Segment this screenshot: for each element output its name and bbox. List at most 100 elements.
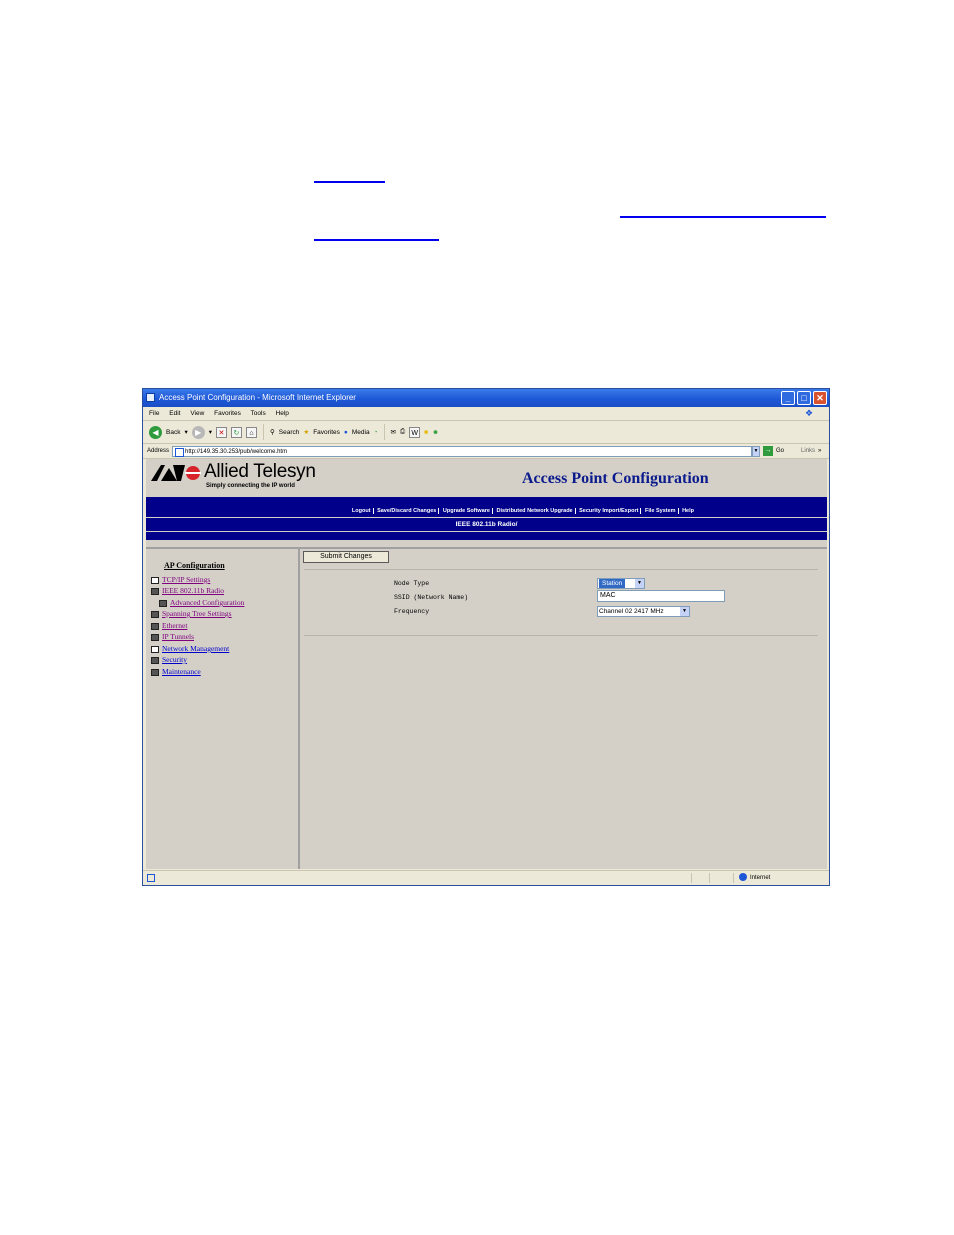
history-icon[interactable]: ◔ [374, 429, 378, 436]
node-type-select[interactable]: Station ▼ [597, 578, 645, 589]
sidebar-heading: AP Configuration [164, 561, 225, 570]
maximize-button[interactable]: □ [797, 391, 811, 405]
toolbar-separator [262, 424, 264, 440]
node-type-value: Station [599, 579, 626, 588]
browser-window: Access Point Configuration - Microsoft I… [142, 388, 830, 886]
sidebar-item-radio[interactable]: IEEE 802.11b Radio [151, 585, 224, 596]
print-icon[interactable]: ⎙ [400, 428, 405, 436]
sidebar-item-label[interactable]: IEEE 802.11b Radio [162, 586, 224, 595]
edit-icon[interactable]: W [409, 426, 421, 438]
top-nav: Logout Save/Discard Changes Upgrade Soft… [146, 506, 827, 517]
page-status-icon [147, 874, 155, 882]
title-bar: Access Point Configuration - Microsoft I… [143, 389, 829, 407]
favorites-star-icon[interactable]: ★ [303, 428, 309, 436]
discuss-icon[interactable]: ■ [424, 429, 428, 436]
address-label: Address [147, 448, 170, 454]
sidebar-item-label[interactable]: Ethernet [162, 621, 187, 630]
forward-arrow-icon[interactable]: ▶ [191, 425, 205, 439]
address-input[interactable]: http://149.35.30.253/pub/welcome.htm [172, 445, 753, 457]
sidebar-item-label[interactable]: Security [162, 655, 187, 664]
toolbar-separator [383, 424, 385, 440]
sidebar-item-label[interactable]: Network Management [162, 644, 229, 653]
ssid-input[interactable]: MAC [597, 590, 725, 602]
sidebar-item-ip-tunnels[interactable]: IP Tunnels [151, 631, 194, 642]
sidebar-item-tcpip[interactable]: TCP/IP Settings [151, 574, 210, 585]
sidebar-item-label[interactable]: Advanced Configuration [170, 598, 244, 607]
back-dropdown-icon[interactable]: ▾ [184, 428, 187, 436]
document-link-2[interactable] [620, 216, 826, 218]
messenger-icon[interactable]: ☻ [432, 429, 439, 436]
header-band-bottom [146, 532, 827, 540]
menu-edit[interactable]: Edit [169, 410, 180, 417]
menu-view[interactable]: View [190, 410, 204, 417]
nav-logout[interactable]: Logout [349, 508, 374, 514]
media-icon[interactable]: ● [344, 429, 348, 436]
sidebar-item-advanced-configuration[interactable]: Advanced Configuration [159, 597, 244, 608]
status-separator [733, 873, 734, 883]
nav-save-discard[interactable]: Save/Discard Changes [375, 508, 440, 514]
sidebar-item-label[interactable]: Maintenance [162, 667, 201, 676]
frequency-label: Frequency [394, 608, 430, 615]
form-divider-bottom [304, 635, 818, 636]
back-arrow-icon[interactable]: ◀ [149, 425, 162, 439]
sidebar-item-label[interactable]: IP Tunnels [162, 632, 194, 641]
nav-security-import-export[interactable]: Security Import/Export [577, 508, 642, 514]
forward-dropdown-icon[interactable]: ▾ [209, 428, 212, 436]
nav-file-system[interactable]: File System [642, 508, 679, 514]
sidebar-item-ethernet[interactable]: Ethernet [151, 620, 187, 631]
page-icon [151, 645, 159, 653]
favorites-button-label[interactable]: Favorites [313, 429, 340, 436]
sidebar-item-security[interactable]: Security [151, 654, 187, 665]
home-icon[interactable]: ⌂ [245, 426, 257, 438]
sidebar-item-label[interactable]: Spanning Tree Settings [162, 609, 232, 618]
sidebar-item-maintenance[interactable]: Maintenance [151, 666, 201, 677]
go-arrow-icon[interactable]: → [763, 446, 774, 456]
folder-icon [159, 599, 167, 607]
status-bar: Internet [143, 870, 829, 885]
ie-page-icon [146, 393, 155, 402]
header-band-top [146, 497, 827, 506]
stop-icon[interactable]: ✕ [215, 426, 227, 438]
folder-icon [151, 668, 159, 676]
document-link-1[interactable] [314, 181, 385, 183]
nav-distributed-network-upgrade[interactable]: Distributed Network Upgrade [494, 508, 576, 514]
links-label[interactable]: Links [801, 448, 815, 454]
globe-icon [739, 873, 747, 882]
folder-icon [151, 622, 159, 630]
menu-help[interactable]: Help [276, 410, 289, 417]
chevron-down-icon[interactable]: ▼ [635, 579, 644, 588]
search-icon[interactable]: ⚲ [270, 428, 275, 436]
address-dropdown-icon[interactable]: ▼ [752, 445, 761, 457]
media-button-label[interactable]: Media [352, 429, 370, 436]
sidebar-item-network-management[interactable]: Network Management [151, 643, 229, 654]
folder-icon [151, 633, 159, 641]
form-divider-top [304, 569, 818, 570]
nav-help[interactable]: Help [680, 508, 827, 514]
frequency-value: Channel 02 2417 MHz [599, 608, 664, 615]
menu-file[interactable]: File [149, 410, 159, 417]
breadcrumb: IEEE 802.11b Radio/ [146, 518, 827, 531]
back-button-label[interactable]: Back [166, 429, 180, 436]
menu-tools[interactable]: Tools [251, 410, 266, 417]
brand-name: Allied Telesyn [204, 461, 316, 482]
minimize-button[interactable]: _ [781, 391, 795, 405]
nav-upgrade-software[interactable]: Upgrade Software [440, 508, 493, 514]
document-link-3[interactable] [314, 239, 439, 241]
close-button[interactable]: ✕ [813, 391, 827, 405]
ssid-label: SSID (Network Name) [394, 594, 469, 601]
submit-changes-button[interactable]: Submit Changes [303, 551, 389, 563]
go-button-label[interactable]: Go [776, 448, 784, 454]
refresh-icon[interactable]: ↻ [230, 426, 242, 438]
page-viewport: Allied Telesyn Simply connecting the IP … [146, 459, 827, 869]
chevron-right-icon[interactable]: » [818, 448, 821, 454]
window-controls: _ □ ✕ [781, 391, 827, 405]
chevron-down-icon[interactable]: ▼ [680, 607, 689, 616]
sidebar-item-spanning-tree[interactable]: Spanning Tree Settings [151, 608, 232, 619]
frequency-select[interactable]: Channel 02 2417 MHz ▼ [597, 606, 690, 617]
toolbar: ◀ Back ▾ ▶ ▾ ✕ ↻ ⌂ ⚲ Search ★ Favorites … [143, 421, 829, 444]
menu-favorites[interactable]: Favorites [214, 410, 241, 417]
security-zone: Internet [739, 871, 770, 885]
sidebar-item-label[interactable]: TCP/IP Settings [162, 575, 210, 584]
mail-icon[interactable]: ✉ [391, 428, 396, 436]
search-button-label[interactable]: Search [279, 429, 300, 436]
